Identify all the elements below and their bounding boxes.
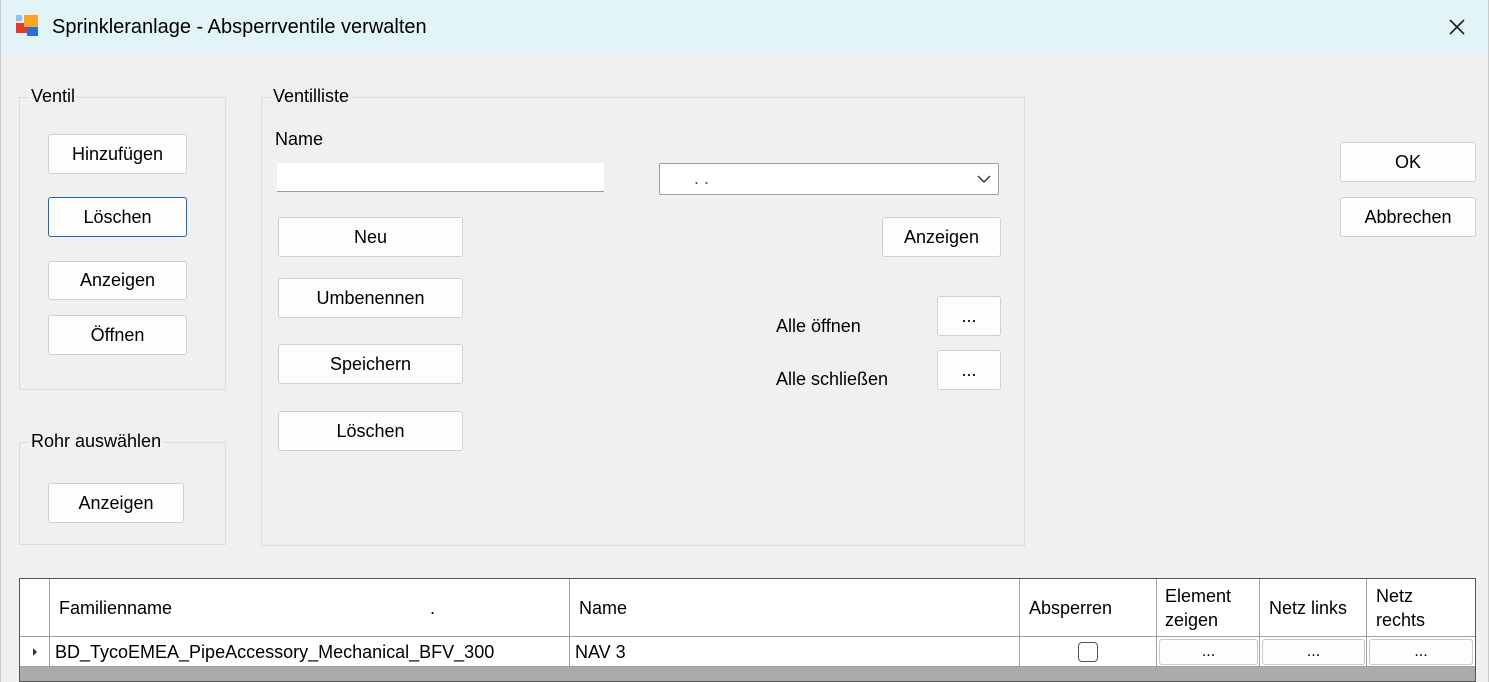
open-all-label: Alle öffnen: [776, 316, 861, 336]
ventil-delete-button[interactable]: Löschen: [48, 197, 187, 237]
rohr-show-button[interactable]: Anzeigen: [48, 483, 184, 523]
cell-absperren: [1020, 637, 1157, 667]
close-all-label: Alle schließen: [776, 369, 889, 389]
column-label: Netz rechts: [1376, 586, 1426, 630]
rohr-legend: Rohr auswählen: [29, 431, 164, 452]
list-save-button[interactable]: Speichern: [278, 344, 463, 384]
cell-familienname[interactable]: BD_TycoEMEA_PipeAccessory_Mechanical_BFV…: [50, 637, 570, 667]
list-rename-button[interactable]: Umbenennen: [278, 278, 463, 318]
ventil-show-button[interactable]: Anzeigen: [48, 261, 187, 300]
cell-netz-links: ...: [1260, 637, 1367, 667]
close-button[interactable]: [1426, 0, 1488, 54]
column-label: Netz links: [1269, 598, 1348, 618]
netz-links-button[interactable]: ...: [1262, 639, 1365, 665]
row-header-corner: [20, 579, 50, 637]
dialog-window: Sprinkleranlage - Absperrventile verwalt…: [0, 0, 1489, 682]
close-all-button[interactable]: ...: [937, 350, 1001, 390]
ventil-open-button[interactable]: Öffnen: [48, 315, 187, 355]
ventilliste-combobox[interactable]: . .: [659, 163, 999, 195]
column-header-name[interactable]: Name: [570, 579, 1020, 637]
list-show-button[interactable]: Anzeigen: [882, 217, 1001, 257]
column-header-element-zeigen[interactable]: Element zeigen: [1157, 579, 1260, 637]
window-title: Sprinkleranlage - Absperrventile verwalt…: [52, 16, 427, 38]
column-header-absperren[interactable]: Absperren: [1020, 579, 1157, 637]
list-delete-button[interactable]: Löschen: [278, 411, 463, 451]
ventil-legend: Ventil: [29, 86, 78, 107]
column-header-netz-rechts[interactable]: Netz rechts: [1367, 579, 1475, 637]
netz-rechts-button[interactable]: ...: [1369, 639, 1473, 665]
windows-app-icon: [16, 15, 38, 36]
name-label: Name: [275, 129, 324, 149]
cell-netz-rechts: ...: [1367, 637, 1475, 667]
row-selector[interactable]: [20, 637, 50, 667]
ventilliste-legend: Ventilliste: [271, 86, 352, 107]
ventil-add-button[interactable]: Hinzufügen: [48, 134, 187, 174]
column-label: Familienname: [59, 598, 173, 618]
table-row[interactable]: BD_TycoEMEA_PipeAccessory_Mechanical_BFV…: [20, 637, 1475, 667]
open-all-button[interactable]: ...: [937, 296, 1001, 336]
list-new-button[interactable]: Neu: [278, 217, 463, 257]
title-bar: Sprinkleranlage - Absperrventile verwalt…: [1, 0, 1488, 54]
column-label: Name: [579, 598, 628, 618]
row-pointer-icon: [32, 648, 37, 656]
column-label: Element zeigen: [1165, 586, 1232, 630]
name-input[interactable]: [277, 163, 604, 192]
cell-element-zeigen: ...: [1157, 637, 1260, 667]
header-dot: .: [430, 598, 436, 618]
absperren-checkbox[interactable]: [1078, 642, 1098, 662]
column-header-familienname[interactable]: Familienname .: [50, 579, 570, 637]
combobox-value: . .: [694, 168, 710, 188]
chevron-down-icon: [977, 175, 991, 183]
cell-name[interactable]: NAV 3: [570, 637, 1020, 667]
element-zeigen-button[interactable]: ...: [1159, 639, 1258, 665]
column-label: Absperren: [1029, 598, 1113, 618]
ok-button[interactable]: OK: [1340, 142, 1476, 182]
grid-header: Familienname . Name Absperren Element ze…: [20, 579, 1475, 637]
column-header-netz-links[interactable]: Netz links: [1260, 579, 1367, 637]
close-icon: [1449, 19, 1465, 35]
valve-grid: Familienname . Name Absperren Element ze…: [19, 578, 1476, 682]
cancel-button[interactable]: Abbrechen: [1340, 197, 1476, 237]
